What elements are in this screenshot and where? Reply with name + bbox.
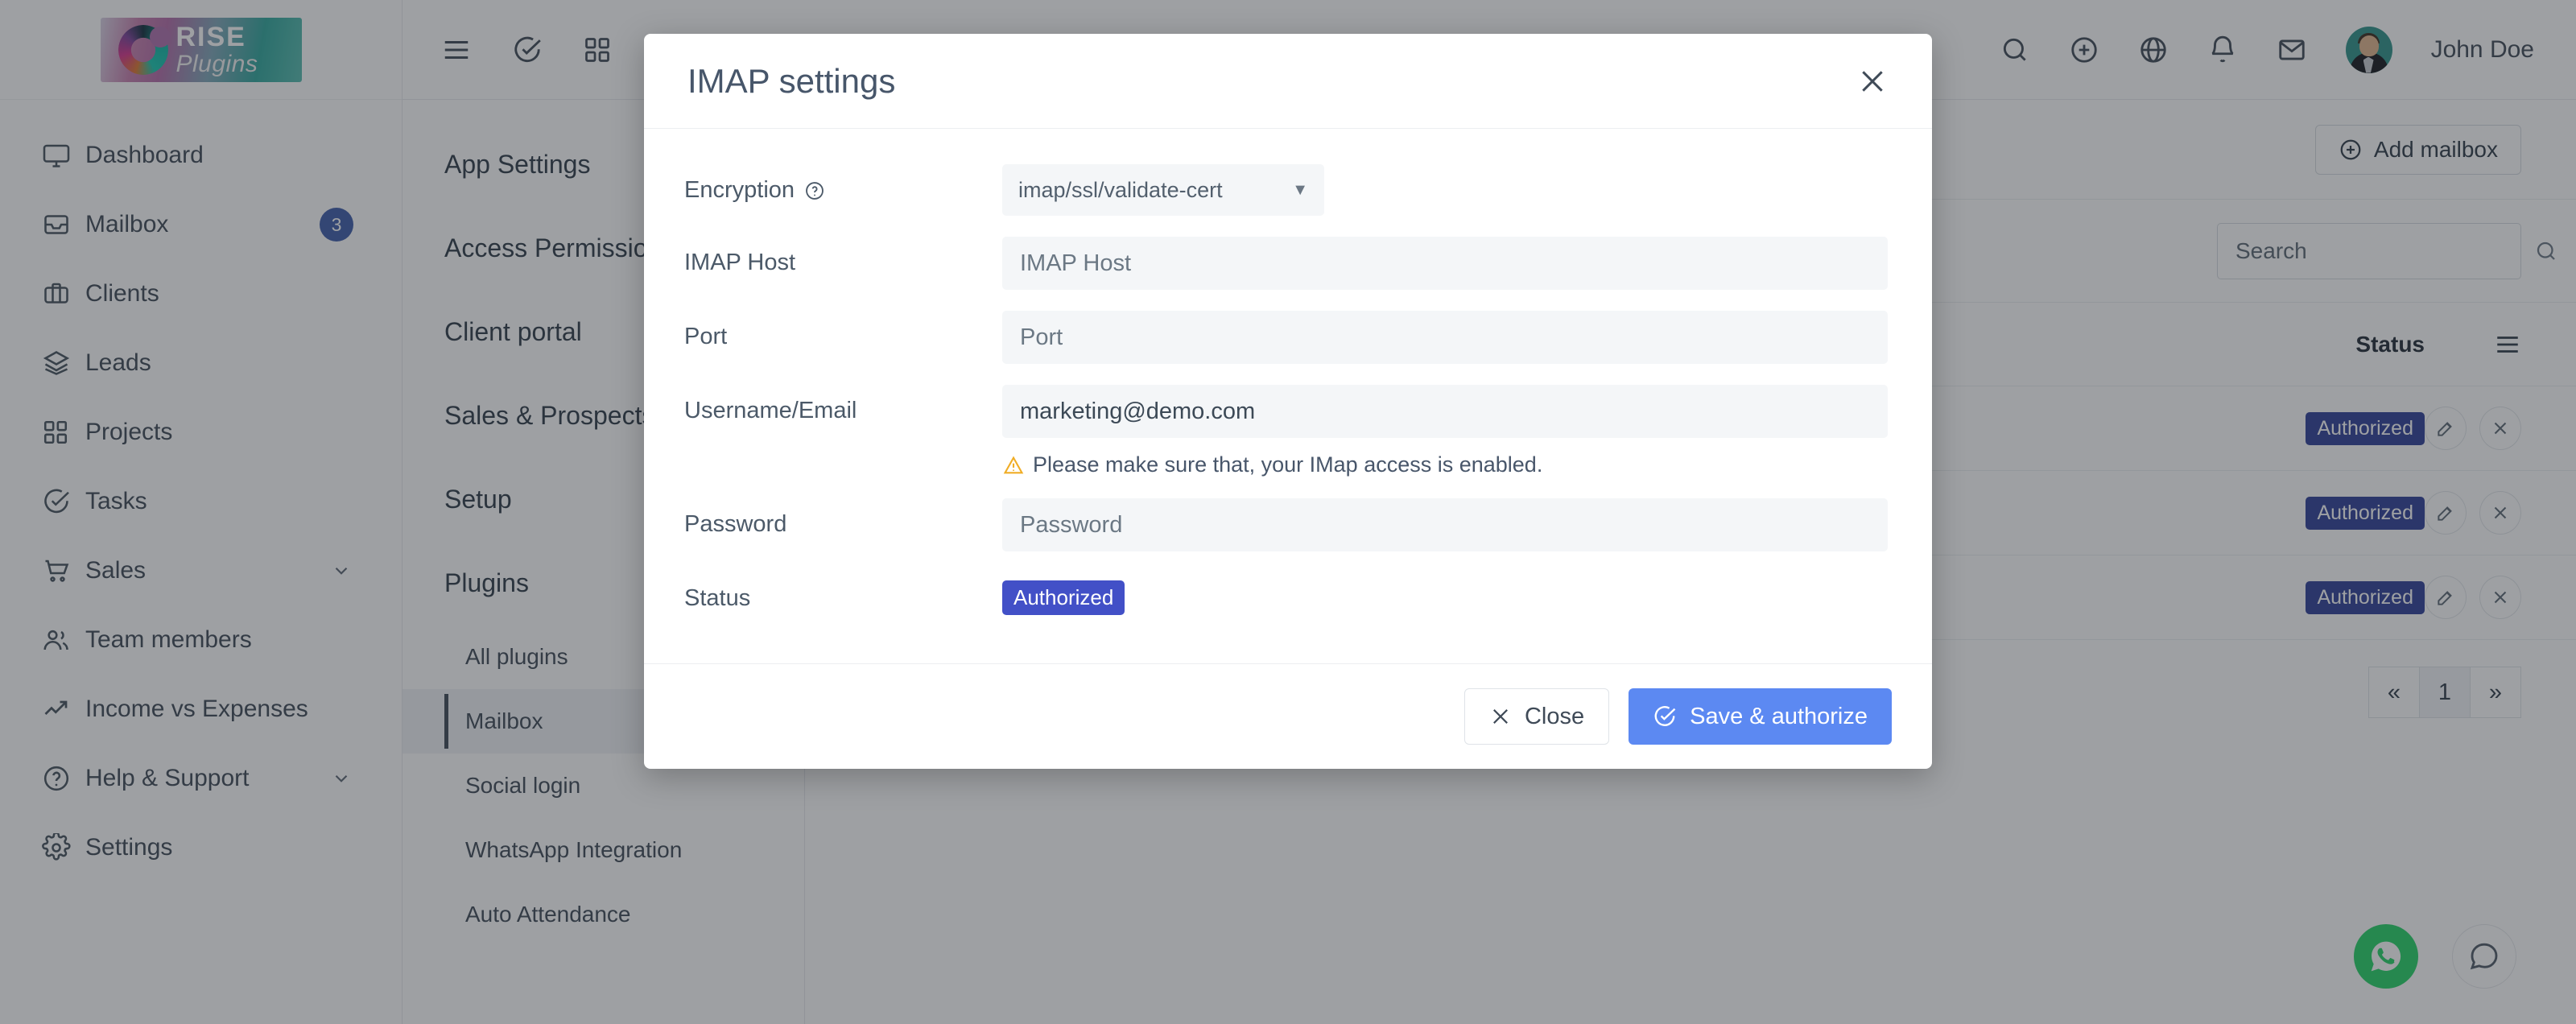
hint-text: Please make sure that, your IMap access … <box>1033 452 1543 477</box>
chevron-down-icon: ▼ <box>1292 180 1308 199</box>
username-label: Username/Email <box>684 398 857 423</box>
modal-footer: Close Save & authorize <box>644 663 1932 769</box>
app-root: RISE Plugins Dashboard Mailbox 3 Clients <box>0 0 2576 1024</box>
imap-host-input[interactable] <box>1002 237 1888 290</box>
help-icon[interactable] <box>804 180 825 201</box>
check-circle-icon <box>1653 704 1677 729</box>
imap-access-hint: Please make sure that, your IMap access … <box>1002 452 1892 477</box>
modal-body: Encryption imap/ssl/validate-cert ▼ IMAP… <box>644 129 1932 663</box>
imap-settings-modal: IMAP settings Encryption imap/ssl/valida… <box>644 34 1932 769</box>
modal-title: IMAP settings <box>687 61 896 100</box>
imap-host-label: IMAP Host <box>684 250 796 275</box>
password-input[interactable] <box>1002 498 1888 551</box>
modal-header: IMAP settings <box>644 34 1932 129</box>
encryption-label-group: Encryption <box>684 164 1002 204</box>
save-authorize-label: Save & authorize <box>1690 703 1868 729</box>
field-row-encryption: Encryption imap/ssl/validate-cert ▼ <box>684 164 1892 216</box>
warning-triangle-icon <box>1002 454 1025 477</box>
status-label: Status <box>684 585 751 611</box>
close-button-label: Close <box>1524 703 1585 729</box>
field-row-password: Password <box>684 498 1892 551</box>
status-badge: Authorized <box>1002 580 1125 615</box>
close-icon <box>1489 705 1512 728</box>
encryption-select[interactable]: imap/ssl/validate-cert ▼ <box>1002 164 1324 216</box>
port-input[interactable] <box>1002 311 1888 364</box>
password-label: Password <box>684 511 787 537</box>
save-authorize-button[interactable]: Save & authorize <box>1629 688 1892 745</box>
field-row-imap-host: IMAP Host <box>684 237 1892 290</box>
close-icon[interactable] <box>1856 65 1889 97</box>
field-row-username: Username/Email Please make sure that, yo… <box>684 385 1892 477</box>
username-input[interactable] <box>1002 385 1888 438</box>
close-button[interactable]: Close <box>1463 688 1610 745</box>
encryption-selected-value: imap/ssl/validate-cert <box>1018 177 1223 202</box>
field-row-status: Status Authorized <box>684 572 1892 615</box>
field-row-port: Port <box>684 311 1892 364</box>
encryption-label: Encryption <box>684 177 795 203</box>
port-label: Port <box>684 324 728 349</box>
